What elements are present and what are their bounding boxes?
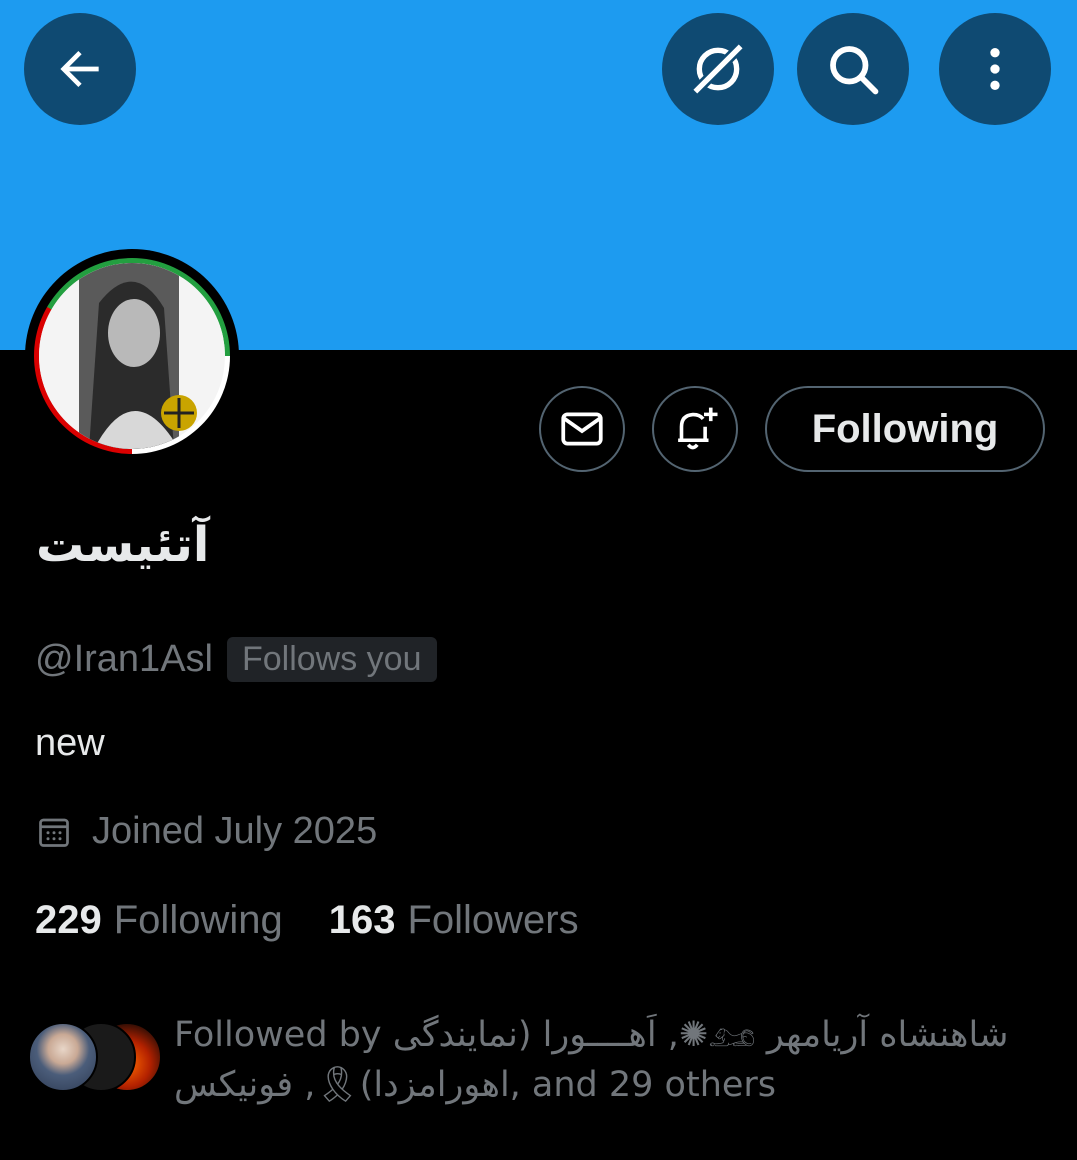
avatar xyxy=(28,1022,98,1092)
calendar-icon xyxy=(36,814,72,850)
followed-by-avatars[interactable] xyxy=(28,1022,168,1092)
followed-by-line: Followed by اَهــــورا (نمایندگی ,✺𓃭 شاه… xyxy=(174,1015,1009,1055)
arrow-left-icon xyxy=(60,51,99,87)
envelope-icon xyxy=(561,412,603,446)
profile-avatar[interactable] xyxy=(25,249,239,463)
joined-date: Joined July 2025 xyxy=(36,810,377,853)
more-options-button[interactable] xyxy=(939,13,1051,125)
following-button[interactable]: Following xyxy=(765,386,1045,472)
joined-text: Joined July 2025 xyxy=(92,810,378,852)
more-vertical-icon xyxy=(990,48,1000,90)
grok-button[interactable] xyxy=(662,13,774,125)
following-count: 229 xyxy=(35,898,102,942)
bell-plus-icon xyxy=(678,407,718,450)
follows-you-badge: Follows you xyxy=(226,636,437,682)
profile-bio: new xyxy=(35,722,105,764)
back-button[interactable] xyxy=(24,13,136,125)
following-label: Following xyxy=(113,898,283,942)
search-icon xyxy=(830,46,879,95)
message-button[interactable] xyxy=(539,386,625,472)
followers-label: Followers xyxy=(407,898,579,942)
grok-icon xyxy=(692,43,744,95)
followers-stat[interactable]: 163 Followers xyxy=(329,898,579,943)
follow-stats: 229 Following 163 Followers xyxy=(35,898,579,943)
followers-count: 163 xyxy=(328,898,396,942)
user-handle: @Iran1Asl xyxy=(35,637,213,680)
search-button[interactable] xyxy=(797,13,909,125)
notifications-button[interactable] xyxy=(652,386,738,472)
following-stat[interactable]: 229 Following xyxy=(35,898,283,943)
avatar-photo xyxy=(39,263,225,449)
followed-by-line: اهورامزدا)🎗, فونیکس, and 29 others xyxy=(174,1065,777,1105)
handle-row: @Iran1Asl Follows you xyxy=(35,634,437,684)
followed-by-text[interactable]: Followed by اَهــــورا (نمایندگی ,✺𓃭 شاه… xyxy=(174,1010,1034,1110)
display-name: آتئیست xyxy=(36,517,210,573)
